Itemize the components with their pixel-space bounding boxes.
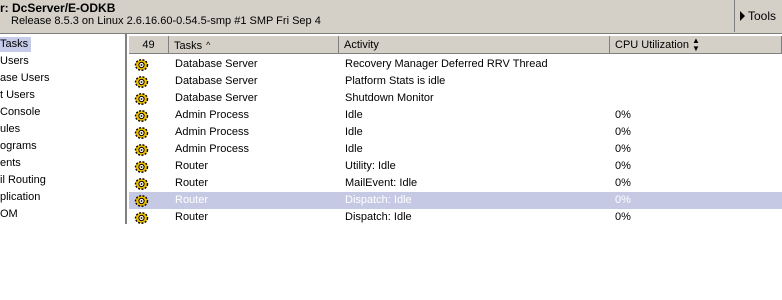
table-row[interactable]: Router Dispatch: Idle 0% <box>129 209 782 226</box>
task-activity: Shutdown Monitor <box>345 92 434 104</box>
task-activity: Idle <box>345 126 363 138</box>
sidebar-item-users[interactable]: Users <box>0 54 32 69</box>
server-header: r: DcServer/E-ODKB Release 8.5.3 on Linu… <box>0 0 782 34</box>
task-name: Admin Process <box>175 126 249 138</box>
sidebar-item-last-users[interactable]: t Users <box>0 88 38 103</box>
sort-ascending-icon: ^ <box>206 40 211 50</box>
sidebar-item-schedules[interactable]: ules <box>0 122 23 137</box>
table-row[interactable]: Database Server Recovery Manager Deferre… <box>129 56 782 73</box>
sidebar-item-replication[interactable]: plication <box>0 190 43 205</box>
table-row[interactable]: Database Server Shutdown Monitor <box>129 90 782 107</box>
sidebar-item-tasks[interactable]: Tasks <box>0 37 32 52</box>
tasks-column-header[interactable]: Tasks ^ <box>169 36 339 54</box>
cpu-column-label: CPU Utilization <box>615 39 689 51</box>
task-name: Router <box>175 194 209 206</box>
task-cpu: 0% <box>615 177 631 189</box>
task-activity: Utility: Idle <box>345 160 396 172</box>
table-row[interactable]: Router Utility: Idle 0% <box>129 158 782 175</box>
task-cpu: 0% <box>615 160 631 172</box>
task-cpu: 0% <box>615 126 631 138</box>
task-name: Router <box>175 160 209 172</box>
sidebar-item-com[interactable]: OM <box>0 207 21 222</box>
task-activity: Recovery Manager Deferred RRV Thread <box>345 58 548 70</box>
chevron-right-icon <box>740 11 745 21</box>
sidebar-item-mail-routing[interactable]: il Routing <box>0 173 49 188</box>
gear-icon <box>134 194 149 208</box>
task-name: Router <box>175 177 209 189</box>
table-row[interactable]: Router MailEvent: Idle 0% <box>129 175 782 192</box>
gear-icon <box>134 126 149 140</box>
task-name: Database Server <box>175 75 258 87</box>
sort-toggle-icon: ▲ ▼ <box>691 36 700 54</box>
task-name: Admin Process <box>175 143 249 155</box>
task-cpu: 0% <box>615 143 631 155</box>
task-activity: Dispatch: Idle <box>345 194 412 206</box>
task-count-header[interactable]: 49 <box>129 36 169 54</box>
table-row[interactable]: Admin Process Idle 0% <box>129 124 782 141</box>
task-cpu: 0% <box>615 109 631 121</box>
tasks-column-label: Tasks <box>174 40 203 52</box>
server-release-info: Release 8.5.3 on Linux 2.6.16.60-0.54.5-… <box>11 15 321 27</box>
task-activity: Idle <box>345 109 363 121</box>
task-name: Admin Process <box>175 109 249 121</box>
table-row[interactable]: Admin Process Idle 0% <box>129 141 782 158</box>
table-row[interactable]: Admin Process Idle 0% <box>129 107 782 124</box>
task-activity: Dispatch: Idle <box>345 211 412 223</box>
cpu-utilization-column-header[interactable]: CPU Utilization ▲ ▼ <box>610 36 782 54</box>
task-cpu: 0% <box>615 194 631 206</box>
sidebar-item-programs[interactable]: ograms <box>0 139 40 154</box>
gear-icon <box>134 160 149 174</box>
sidebar-item-console[interactable]: Console <box>0 105 43 120</box>
gear-icon <box>134 211 149 225</box>
task-name: Router <box>175 211 209 223</box>
sidebar-item-events[interactable]: ents <box>0 156 24 171</box>
tools-button[interactable]: Tools <box>734 0 782 32</box>
task-name: Database Server <box>175 92 258 104</box>
task-activity: MailEvent: Idle <box>345 177 418 189</box>
task-activity: Platform Stats is idle <box>345 75 446 87</box>
gear-icon <box>134 177 149 191</box>
table-row[interactable]: Database Server Platform Stats is idle <box>129 73 782 90</box>
task-cpu: 0% <box>615 211 631 223</box>
gear-icon <box>134 58 149 72</box>
server-title: r: DcServer/E-ODKB <box>0 1 116 15</box>
gear-icon <box>134 92 149 106</box>
activity-column-header[interactable]: Activity <box>339 36 610 54</box>
gear-icon <box>134 143 149 157</box>
task-name: Database Server <box>175 58 258 70</box>
table-row-selected[interactable]: Router Dispatch: Idle 0% <box>129 192 782 209</box>
navigation-sidebar: Tasks Users ase Users t Users Console ul… <box>0 34 127 224</box>
sidebar-item-database-users[interactable]: ase Users <box>0 71 53 86</box>
task-activity: Idle <box>345 143 363 155</box>
gear-icon <box>134 75 149 89</box>
tools-label: Tools <box>748 9 777 23</box>
tasks-table: 49 Tasks ^ Activity CPU Utilization ▲ ▼ Dat… <box>129 36 782 224</box>
gear-icon <box>134 109 149 123</box>
